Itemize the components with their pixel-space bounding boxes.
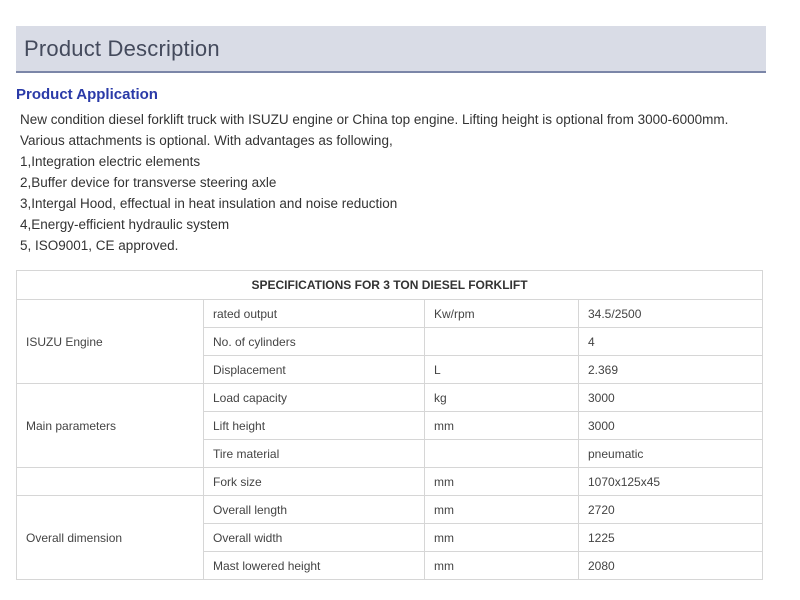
param-unit	[424, 439, 579, 468]
param-unit	[424, 327, 579, 356]
description-line: 1,Integration electric elements	[20, 154, 201, 169]
description-line: Various attachments is optional. With ad…	[20, 133, 393, 148]
param-value: 34.5/2500	[577, 299, 764, 328]
group-label-engine: ISUZU Engine	[16, 299, 204, 384]
description-line: 4,Energy-efficient hydraulic system	[20, 217, 230, 232]
param-name: No. of cylinders	[203, 327, 425, 356]
param-value: 3000	[577, 383, 764, 412]
param-unit: kg	[424, 383, 579, 412]
group-label-main: Main parameters	[16, 383, 204, 468]
description-line: 5, ISO9001, CE approved.	[20, 238, 179, 253]
param-name: Displacement	[203, 355, 425, 384]
param-value: 2720	[577, 495, 764, 524]
table-title: SPECIFICATIONS FOR 3 TON DIESEL FORKLIFT	[15, 270, 764, 300]
param-name: rated output	[203, 299, 425, 328]
table-row: Main parameters Load capacity kg 3000	[16, 383, 764, 468]
table-header-row: SPECIFICATIONS FOR 3 TON DIESEL FORKLIFT	[15, 270, 764, 300]
table-row: Fork size mm 1070x125x45	[16, 467, 764, 496]
param-unit: mm	[424, 411, 579, 440]
param-name: Overall width	[203, 523, 425, 552]
param-name: Fork size	[203, 467, 425, 496]
param-value: pneumatic	[577, 439, 764, 468]
param-unit: mm	[424, 551, 579, 580]
param-unit: mm	[424, 467, 579, 496]
param-name: Mast lowered height	[203, 551, 425, 580]
param-value: 1070x125x45	[577, 467, 764, 496]
description-line: New condition diesel forklift truck with…	[20, 112, 729, 127]
product-application-title: Product Application	[16, 86, 158, 103]
table-row: Overall dimension Overall length mm 2720	[16, 495, 764, 580]
param-unit: mm	[424, 495, 579, 524]
param-value: 4	[577, 327, 764, 356]
description-line: 3,Intergal Hood, effectual in heat insul…	[20, 196, 398, 211]
description-line: 2,Buffer device for transverse steering …	[20, 175, 277, 190]
table-row: ISUZU Engine rated output Kw/rpm 34.5/25…	[16, 299, 764, 384]
param-value: 2080	[577, 551, 764, 580]
param-unit: Kw/rpm	[424, 299, 579, 328]
param-value: 2.369	[577, 355, 764, 384]
specifications-table: SPECIFICATIONS FOR 3 TON DIESEL FORKLIFT…	[15, 270, 764, 580]
param-name: Overall length	[203, 495, 425, 524]
group-label-overall: Overall dimension	[16, 495, 204, 580]
header-title: Product Description	[24, 36, 220, 61]
group-label-empty	[16, 467, 204, 496]
param-unit: L	[424, 355, 579, 384]
param-name: Load capacity	[203, 383, 425, 412]
param-unit: mm	[424, 523, 579, 552]
param-name: Tire material	[203, 439, 425, 468]
param-value: 3000	[577, 411, 764, 440]
param-name: Lift height	[203, 411, 425, 440]
param-value: 1225	[577, 523, 764, 552]
application-description: New condition diesel forklift truck with…	[20, 109, 780, 256]
section-header: Product Description	[16, 26, 766, 73]
